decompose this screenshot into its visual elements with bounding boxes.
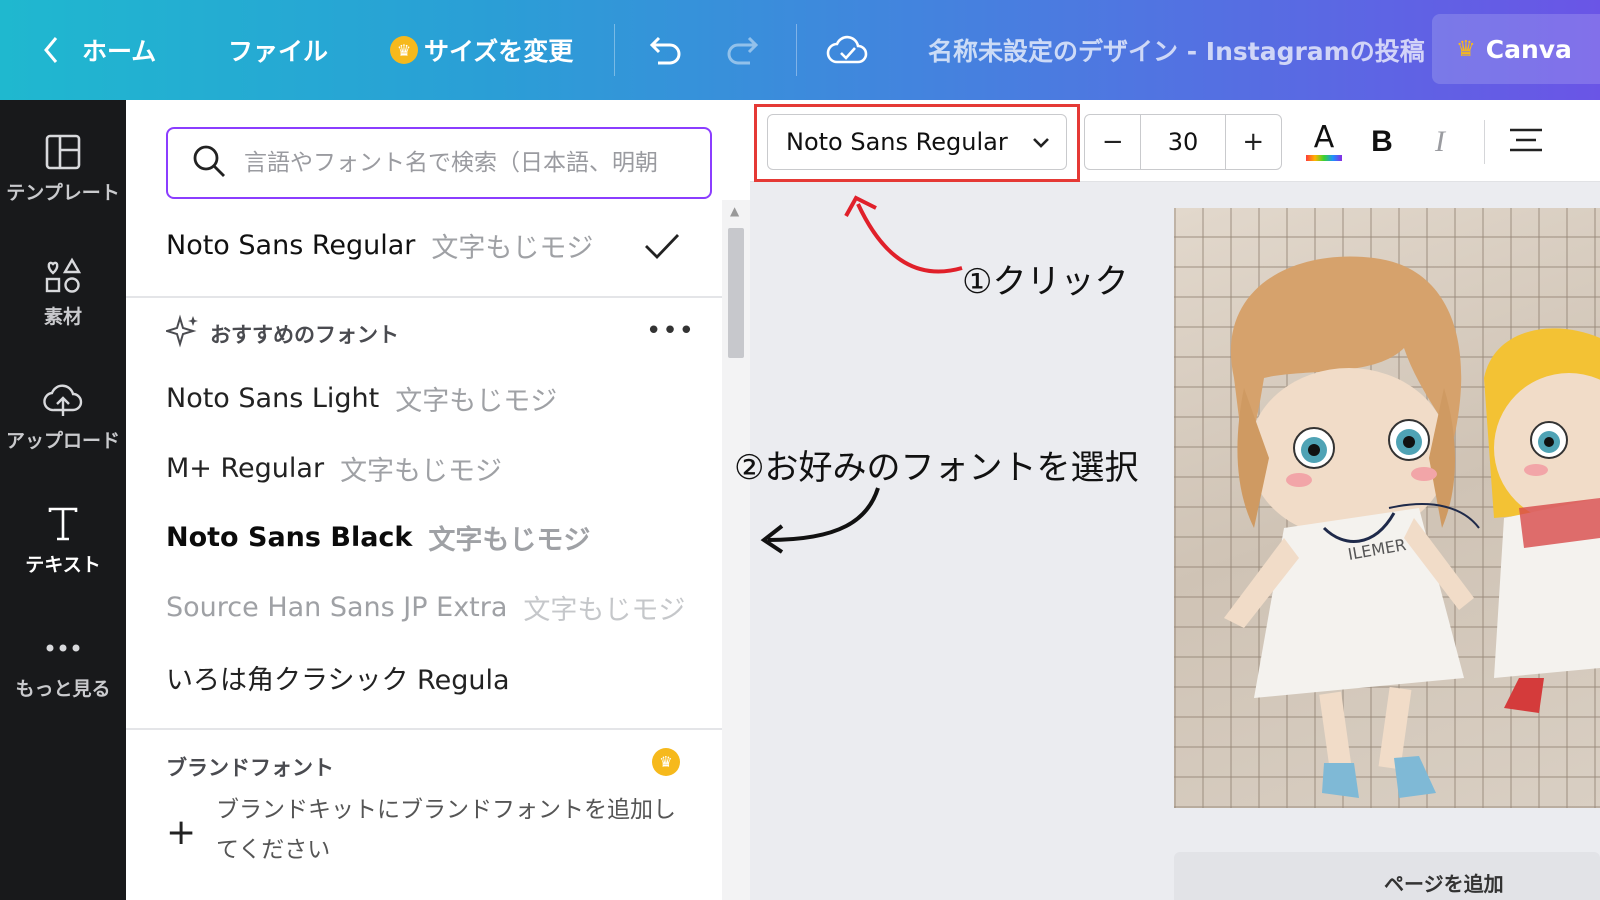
black-arrow-icon	[760, 487, 880, 554]
annotation-arrows	[760, 195, 963, 554]
red-arrow-icon	[844, 195, 963, 274]
